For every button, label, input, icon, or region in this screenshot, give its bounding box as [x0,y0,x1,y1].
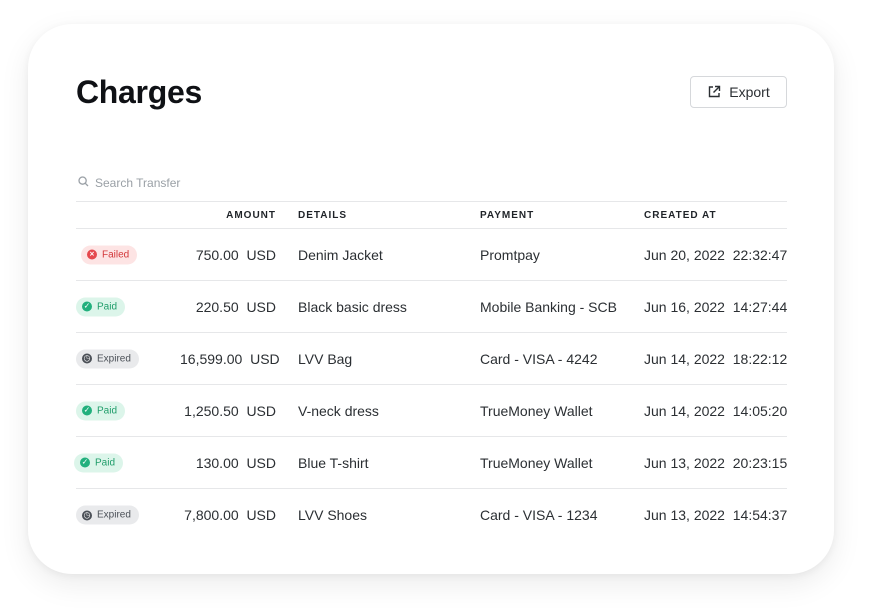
details-cell: Black basic dress [298,298,407,315]
created-at-cell: Jun 20, 2022 22:32:47 [644,247,787,263]
amount-cell: 750.00 USD [180,247,276,263]
created-date: Jun 13, 2022 [644,454,725,471]
created-time: 18:22:12 [732,350,788,367]
details-cell: Denim Jacket [298,246,383,263]
created-time: 20:23:15 [732,454,788,471]
created-date: Jun 16, 2022 [644,298,725,315]
status-icon: ✓ [82,301,92,312]
status-label: Paid [97,301,118,312]
created-date: Jun 13, 2022 [644,507,725,523]
amount-cell: 130.00 USD [180,455,276,471]
status-label: Paid [95,457,116,468]
table-row[interactable]: ✓ Paid 220.50 USD Black basic dress Mobi… [76,281,787,333]
currency: USD [246,402,276,419]
status-badge: ✓ Paid [76,401,126,420]
status-badge: ◷ Expired [76,349,139,368]
currency: USD [246,507,276,523]
amount-cell: 7,800.00 USD [180,507,276,523]
created-date: Jun 20, 2022 [644,246,725,263]
table-row[interactable]: ◷ Expired 7,800.00 USD LVV Shoes Card - … [76,489,787,541]
amount-value: 1,250.50 [184,402,239,419]
payment-cell: Mobile Banking - SCB [480,298,617,315]
external-link-icon [707,85,721,99]
details-cell: Blue T-shirt [298,454,369,471]
currency: USD [250,350,280,367]
created-date: Jun 14, 2022 [644,350,725,367]
status-icon: ✓ [82,405,92,416]
amount-cell: 1,250.50 USD [180,403,276,419]
amount-value: 16,599.00 [180,350,243,367]
details-cell: V-neck dress [298,402,379,419]
amount-cell: 220.50 USD [180,299,276,315]
page-title: Charges [76,74,202,110]
column-header-payment[interactable]: PAYMENT [480,210,534,221]
currency: USD [246,298,276,315]
status-label: Expired [97,509,131,521]
created-at-cell: Jun 13, 2022 14:54:37 [644,507,787,523]
column-header-created-at[interactable]: CREATED AT [644,210,717,221]
search-bar [78,174,378,192]
payment-cell: Card - VISA - 4242 [480,350,598,367]
status-badge: ✓ Paid [76,297,126,316]
payment-cell: TrueMoney Wallet [480,454,593,471]
payment-cell: TrueMoney Wallet [480,402,593,419]
table-row[interactable]: ◷ Expired 16,599.00 USD LVV Bag Card - V… [76,333,787,385]
table-row[interactable]: × Failed 750.00 USD Denim Jacket Promtpa… [76,229,787,281]
amount-cell: 16,599.00 USD [180,350,280,367]
amount-value: 220.50 [195,298,239,315]
amount-value: 750.00 [195,246,239,263]
export-button[interactable]: Export [690,76,787,108]
table-row[interactable]: ✓ Paid 1,250.50 USD V-neck dress TrueMon… [76,385,787,437]
created-at-cell: Jun 16, 2022 14:27:44 [644,299,787,315]
export-label: Export [729,84,770,100]
status-badge: ✓ Paid [74,453,124,472]
created-at-cell: Jun 13, 2022 20:23:15 [644,455,787,471]
search-icon [78,174,89,192]
created-time: 22:32:47 [732,246,788,263]
created-time: 14:27:44 [732,298,788,315]
payment-cell: Promtpay [480,246,540,263]
created-at-cell: Jun 14, 2022 18:22:12 [644,351,787,367]
table-row[interactable]: ✓ Paid 130.00 USD Blue T-shirt TrueMoney… [74,437,787,489]
status-icon: ◷ [82,510,92,520]
created-time: 14:54:37 [732,507,788,523]
status-label: Failed [102,249,130,260]
status-icon: ✓ [80,457,90,468]
created-date: Jun 14, 2022 [644,402,725,419]
column-header-amount[interactable]: AMOUNT [226,210,276,221]
column-header-details[interactable]: DETAILS [298,210,347,221]
status-label: Paid [97,405,118,416]
payment-cell: Card - VISA - 1234 [480,507,598,523]
status-label: Expired [97,353,131,364]
table-header: AMOUNT DETAILS PAYMENT CREATED AT [76,201,787,229]
charges-card: Charges Export AMOUNT DETAILS PAYMENT CR… [28,24,834,574]
details-cell: LVV Shoes [298,507,368,523]
amount-value: 7,800.00 [184,507,239,523]
status-icon: × [87,249,97,260]
created-at-cell: Jun 14, 2022 14:05:20 [644,403,787,419]
details-cell: LVV Bag [298,350,353,367]
currency: USD [246,454,276,471]
status-icon: ◷ [82,353,92,364]
currency: USD [246,246,276,263]
status-badge: × Failed [81,245,138,264]
charges-table: AMOUNT DETAILS PAYMENT CREATED AT × Fail… [74,201,787,541]
search-input[interactable] [95,176,355,190]
status-badge: ◷ Expired [76,505,139,525]
amount-value: 130.00 [195,454,239,471]
created-time: 14:05:20 [732,402,788,419]
